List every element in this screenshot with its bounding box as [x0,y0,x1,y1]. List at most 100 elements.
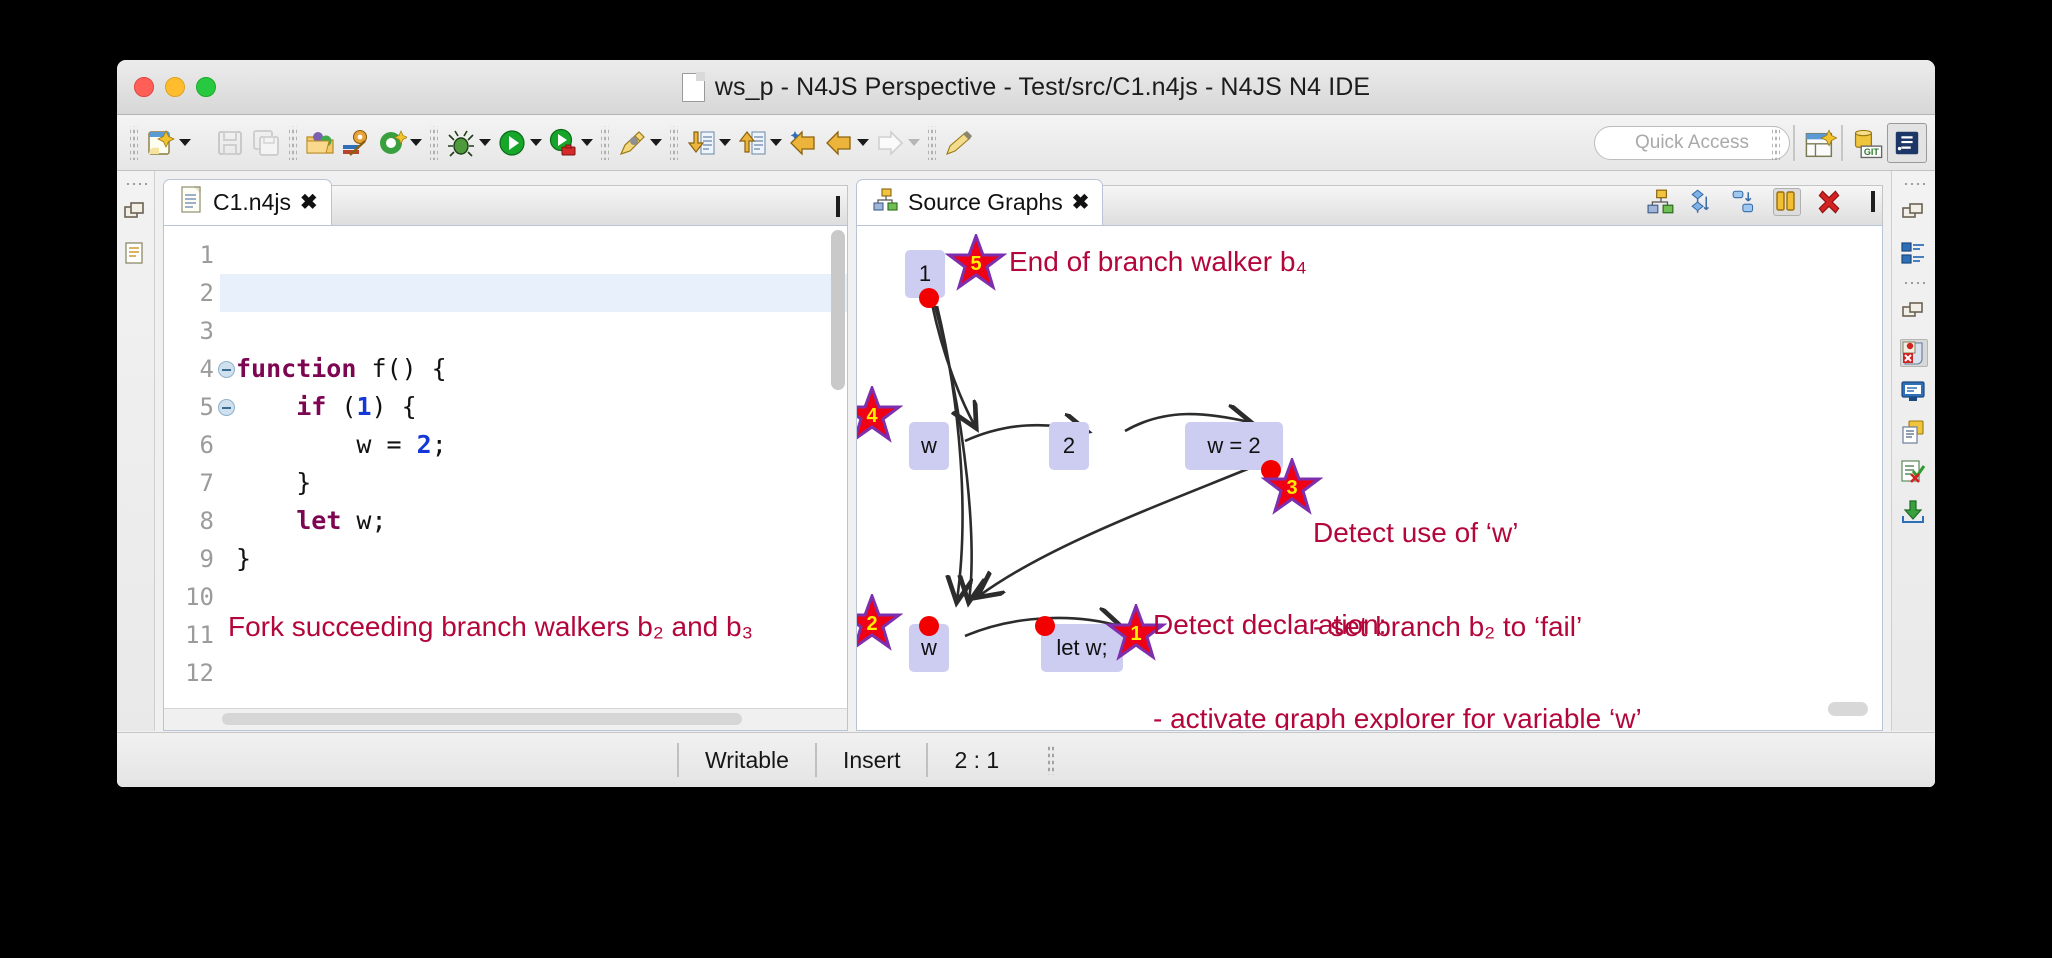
toolbar-grip-5[interactable] [601,125,609,160]
tab-c1-n4js[interactable]: C1.n4js ✖ [163,179,332,225]
toolbar-new-n4js[interactable] [374,128,425,158]
annotation-line: Detect declaration: [1153,608,1387,640]
code-line [220,274,847,312]
rail-grip[interactable] [1902,181,1925,188]
rail-grip-2[interactable] [1902,280,1925,287]
editor-text-area[interactable]: 1 2 3 4 5 6 7 8 9 10 11 12 function f() … [163,225,848,731]
status-bar-grip[interactable] [1047,745,1056,775]
rail-grip[interactable] [124,181,147,188]
perspective-grip[interactable] [1772,125,1780,160]
restore-icon[interactable] [122,200,150,228]
toolbar-run[interactable] [494,128,545,158]
console-icon[interactable] [1900,379,1928,407]
graph-node-w-top[interactable]: w [909,422,949,470]
editor-view-controls [822,196,840,217]
tab-close-icon[interactable]: ✖ [300,190,318,215]
toolbar-debug[interactable] [443,128,494,158]
save-all-icon [251,128,281,158]
minimize-window-button[interactable] [165,77,185,97]
toolbar-external-tools[interactable] [614,128,665,158]
screenshot-stage: ws_p - N4JS Perspective - Test/src/C1.n4… [0,0,2052,958]
forward-arrow-icon [875,128,905,158]
toolbar-next-annotation[interactable] [734,128,785,158]
chevron-down-icon[interactable] [479,139,491,146]
outline-icon[interactable] [1900,240,1928,268]
editor-tab-row: C1.n4js ✖ [163,179,848,225]
chevron-down-icon[interactable] [770,139,782,146]
step-star-5: 5 [944,231,1008,299]
toolbar-run-config[interactable] [545,128,596,158]
save-icon [215,128,245,158]
problems-icon[interactable] [1900,459,1928,487]
open-perspective-icon[interactable] [1803,128,1838,158]
tab-source-graphs[interactable]: Source Graphs ✖ [856,179,1104,225]
close-window-button[interactable] [134,77,154,97]
code-token: f() { [356,354,447,383]
toolbar-grip-4[interactable] [430,125,438,160]
chevron-down-icon[interactable] [908,139,920,146]
code-token: ) { [371,392,417,421]
toolbar-grip-7[interactable] [928,125,936,160]
toolbar-grip[interactable] [130,125,138,160]
install-icon[interactable] [1900,499,1928,527]
toolbar-forward[interactable] [872,128,923,158]
show-cfg-icon[interactable] [1647,188,1675,216]
toolbar-last-edit-location[interactable] [785,128,821,158]
annotation-detect-declaration: Detect declaration: - activate graph exp… [1153,546,1642,730]
toolbar-open-type[interactable] [302,128,338,158]
graph-node-1[interactable]: 1 [905,250,945,308]
code-token: let [296,506,342,535]
error-log-icon[interactable] [1899,339,1928,367]
graph-node-2[interactable]: 2 [1049,422,1089,470]
chevron-down-icon[interactable] [581,139,593,146]
editor-horizontal-scrollbar[interactable] [222,713,742,725]
n4js-perspective-icon[interactable] [1887,122,1927,163]
resize-grabber[interactable] [1828,702,1868,716]
toolbar-grip-3[interactable] [289,125,297,160]
graph-tab-close-icon[interactable]: ✖ [1072,190,1090,215]
traffic-lights [134,77,216,97]
maximize-editor-button[interactable] [836,196,840,217]
toolbar-save-all[interactable] [248,128,284,158]
toolbar-save[interactable] [212,128,248,158]
chevron-down-icon[interactable] [179,139,191,146]
graph-canvas[interactable]: 1 w 2 w = 2 w let w; 5 4 3 2 1 End of br… [856,225,1883,731]
split-view-icon[interactable] [1773,188,1801,216]
toolbar-back[interactable] [821,128,872,158]
toolbar-build[interactable] [338,128,374,158]
properties-icon[interactable] [1900,419,1928,447]
status-writable: Writable [705,746,789,773]
git-perspective-icon[interactable]: GIT [1851,128,1883,158]
maximize-view-button[interactable] [1871,191,1875,212]
zoom-window-button[interactable] [196,77,216,97]
project-explorer-icon[interactable] [122,240,150,268]
restore-2-icon[interactable] [1900,299,1928,327]
graph-node-w-bottom[interactable]: w [909,616,949,672]
chevron-down-icon[interactable] [857,139,869,146]
code-token: w; [341,506,387,535]
chevron-down-icon[interactable] [410,139,422,146]
walker-marker-dot [1035,616,1055,636]
chevron-down-icon[interactable] [650,139,662,146]
window-titlebar: ws_p - N4JS Perspective - Test/src/C1.n4… [117,60,1935,115]
toolbar-pin-editor[interactable] [941,128,977,158]
quick-access-input[interactable]: Quick Access [1594,125,1790,160]
line-number: 8 [199,507,214,535]
close-graph-icon[interactable] [1815,188,1843,216]
toolbar-previous-annotation[interactable] [683,128,734,158]
annotation-end-of-branch-walker: End of branch walker b₄ [1009,246,1307,277]
step-star-4: 4 [857,383,904,451]
layout-graph-icon[interactable] [1731,188,1759,216]
show-branches-icon[interactable] [1689,188,1717,216]
line-number: 1 [199,241,214,269]
code-token: } [236,468,312,497]
restore-icon[interactable] [1900,200,1928,228]
toolbar-new-wizard[interactable] [143,128,194,158]
editor-vertical-scrollbar[interactable] [831,230,845,390]
annotation-fork-branch-walkers: Fork succeeding branch walkers b₂ and b₃ [228,611,753,642]
chevron-down-icon[interactable] [719,139,731,146]
editor-code-lines[interactable]: function f() { if (1) { w = 2; } let w;} [220,226,847,730]
toolbar-grip-6[interactable] [670,125,678,160]
chevron-down-icon[interactable] [530,139,542,146]
